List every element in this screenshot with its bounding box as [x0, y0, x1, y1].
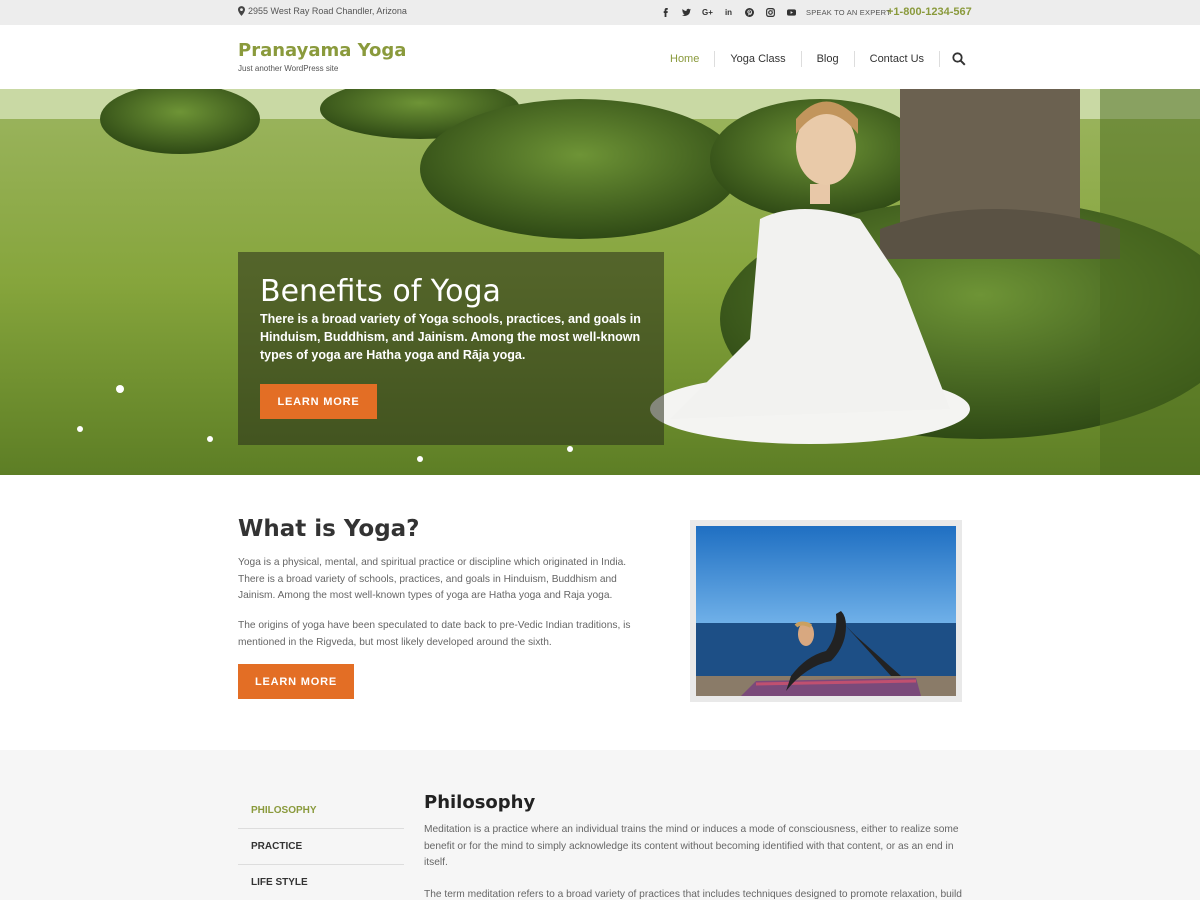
yoga-pose-image: [696, 526, 956, 696]
instagram-icon[interactable]: [760, 5, 781, 20]
phone-link[interactable]: +1-800-1234-567: [887, 6, 972, 18]
tab-content-paragraph-2: The term meditation refers to a broad va…: [424, 889, 962, 900]
about-image-frame: [690, 520, 962, 702]
nav-yoga-class[interactable]: Yoga Class: [715, 51, 802, 67]
nav-blog[interactable]: Blog: [802, 51, 855, 67]
about-title: What is Yoga?: [238, 516, 420, 542]
site-title[interactable]: Pranayama Yoga: [238, 40, 406, 61]
site-header: Pranayama Yoga Just another WordPress si…: [0, 25, 1200, 89]
search-icon[interactable]: [952, 52, 966, 66]
nav-contact-us[interactable]: Contact Us: [855, 51, 941, 67]
hero-title: Benefits of Yoga: [260, 274, 501, 309]
main-nav: Home Yoga Class Blog Contact Us: [655, 51, 966, 67]
hero-banner: Benefits of Yoga There is a broad variet…: [0, 89, 1200, 475]
hero-text: There is a broad variety of Yoga schools…: [260, 312, 641, 362]
tab-content-title: Philosophy: [424, 792, 536, 813]
nav-home[interactable]: Home: [655, 51, 716, 67]
about-learn-more-button[interactable]: LEARN MORE: [238, 664, 354, 699]
youtube-icon[interactable]: [781, 5, 802, 20]
about-paragraph-2: The origins of yoga have been speculated…: [238, 620, 631, 648]
hero-learn-more-button[interactable]: LEARN MORE: [260, 384, 377, 419]
top-bar: 2955 West Ray Road Chandler, Arizona G+ …: [0, 0, 1200, 25]
tabs-section: PHILOSOPHY PRACTICE LIFE STYLE Philosoph…: [0, 750, 1200, 900]
speak-to-expert-label: SPEAK TO AN EXPERT: [806, 8, 891, 17]
social-links: G+ in: [655, 5, 802, 20]
tab-philosophy[interactable]: PHILOSOPHY: [238, 793, 404, 829]
hero-caption-box: Benefits of Yoga There is a broad variet…: [238, 252, 664, 445]
linkedin-icon[interactable]: in: [718, 5, 739, 20]
pinterest-icon[interactable]: [739, 5, 760, 20]
address: 2955 West Ray Road Chandler, Arizona: [238, 6, 407, 16]
tab-life-style[interactable]: LIFE STYLE: [238, 865, 404, 900]
location-pin-icon: [238, 6, 245, 16]
google-plus-icon[interactable]: G+: [697, 5, 718, 20]
address-text: 2955 West Ray Road Chandler, Arizona: [248, 6, 407, 16]
about-paragraph-1: Yoga is a physical, mental, and spiritua…: [238, 557, 627, 601]
tab-content-paragraph-1: Meditation is a practice where an indivi…: [424, 824, 959, 868]
twitter-icon[interactable]: [676, 5, 697, 20]
site-tagline: Just another WordPress site: [238, 64, 339, 73]
tab-practice[interactable]: PRACTICE: [238, 829, 404, 865]
facebook-icon[interactable]: [655, 5, 676, 20]
